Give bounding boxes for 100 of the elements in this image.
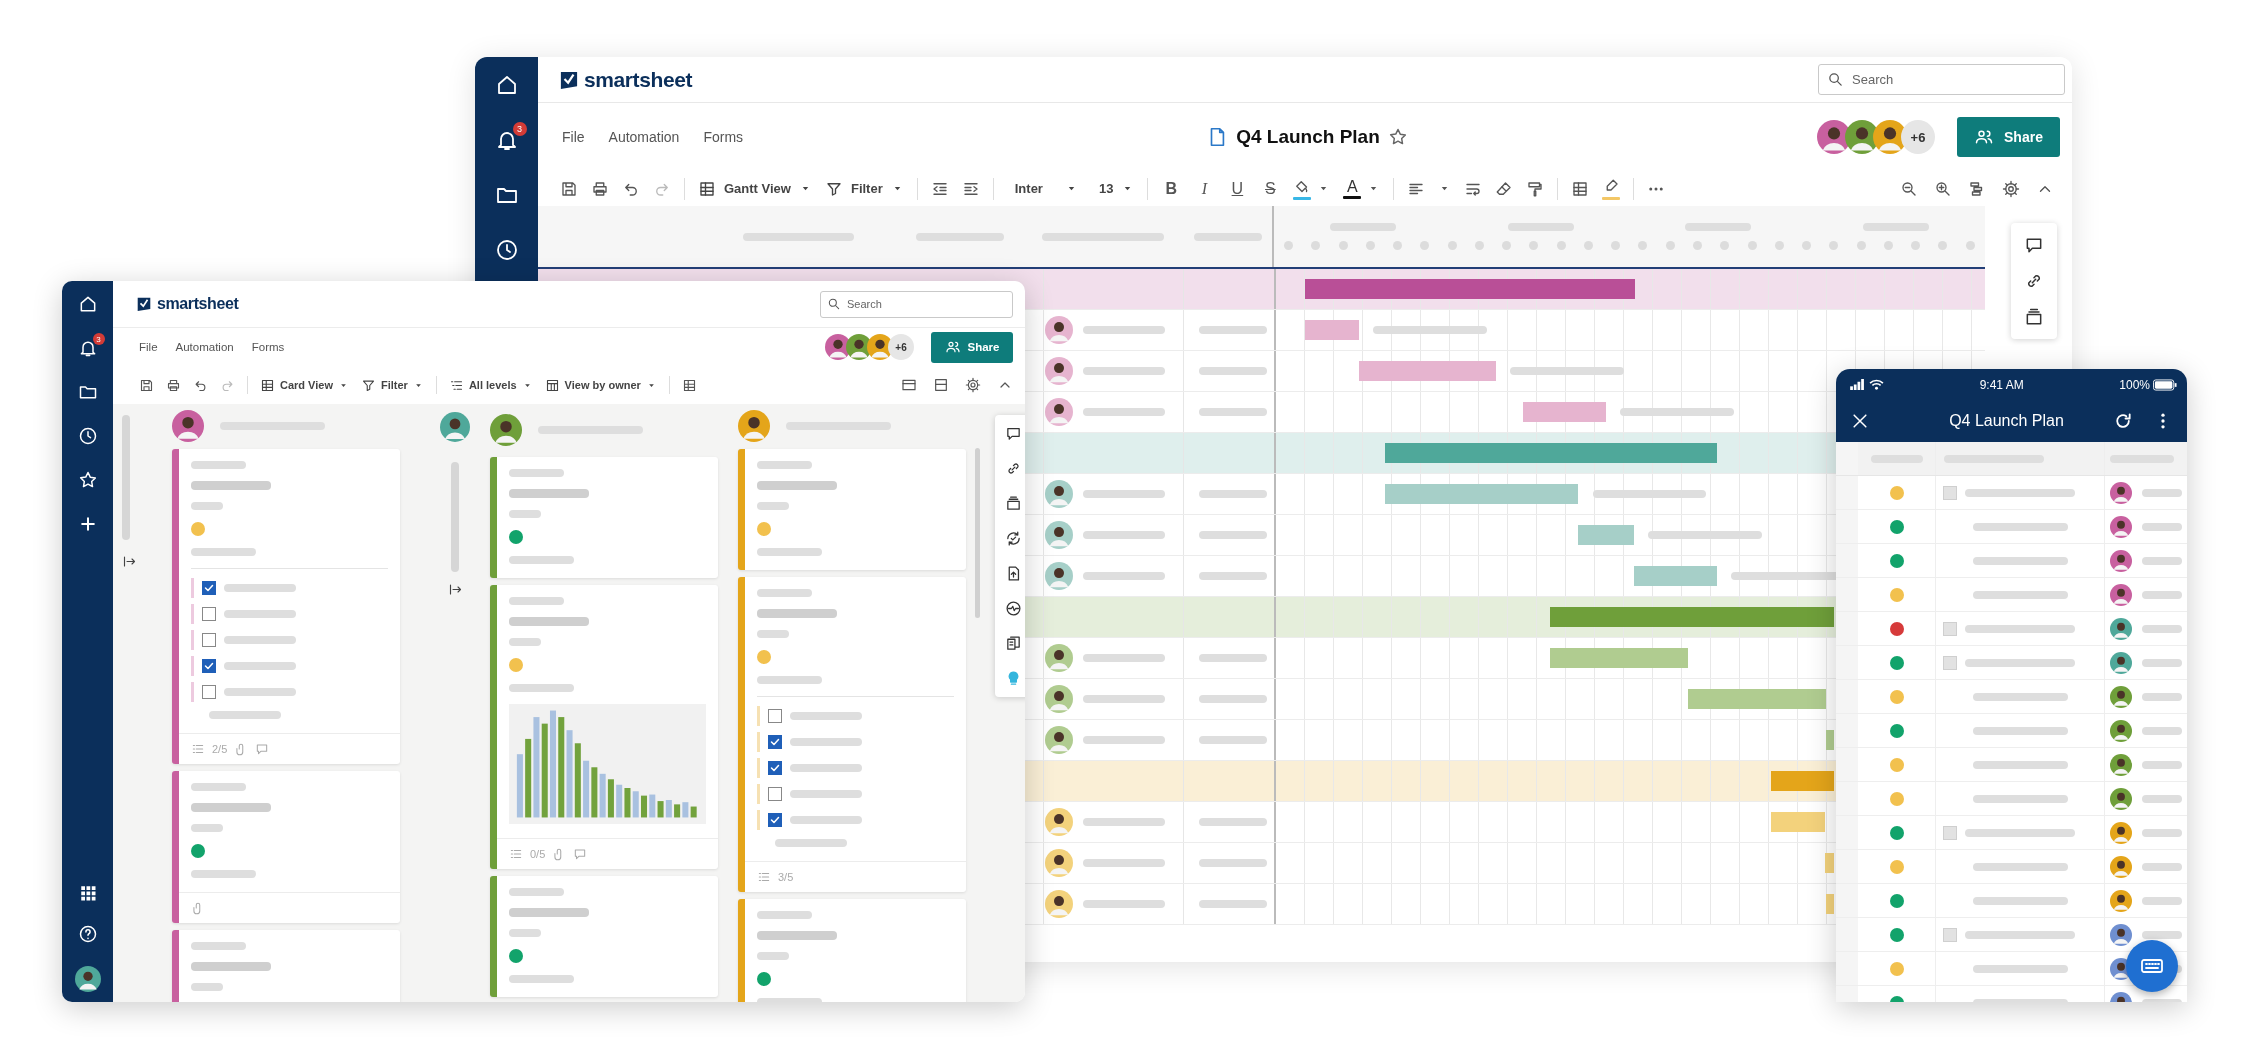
checkbox[interactable] — [768, 735, 782, 749]
skeleton-bar — [2142, 590, 2182, 599]
card[interactable] — [172, 930, 400, 1002]
levels-dropdown[interactable]: All levels — [448, 377, 533, 393]
skeleton-bar — [509, 510, 541, 518]
sync-icon[interactable] — [1005, 530, 1022, 547]
menu-item[interactable]: Automation — [171, 339, 238, 355]
card[interactable] — [490, 876, 718, 997]
grid-icon[interactable] — [681, 377, 697, 393]
clock-icon[interactable] — [494, 238, 519, 262]
strikethrough-button[interactable]: S — [1260, 179, 1281, 198]
menu-item[interactable]: File — [554, 125, 593, 149]
save-icon[interactable] — [139, 377, 154, 393]
text-color-button[interactable]: A — [1343, 178, 1381, 199]
print-icon[interactable] — [166, 377, 181, 393]
font-dropdown[interactable]: Inter — [1006, 181, 1086, 196]
table-row[interactable] — [1836, 680, 2187, 714]
comment-icon[interactable] — [2024, 235, 2044, 255]
print-icon[interactable] — [591, 179, 609, 198]
table-row[interactable] — [1836, 612, 2187, 646]
checkbox[interactable] — [768, 813, 782, 827]
checkbox[interactable] — [202, 581, 216, 595]
checkbox[interactable] — [202, 633, 216, 647]
skeleton-bar — [757, 461, 812, 469]
expand-arrow-icon[interactable] — [447, 582, 463, 597]
share-button[interactable]: Share — [1957, 117, 2060, 157]
filter-dropdown[interactable]: Filter — [824, 179, 904, 198]
card-stack-icon[interactable] — [1005, 495, 1022, 512]
layout-icon[interactable] — [933, 377, 949, 393]
checkbox[interactable] — [202, 685, 216, 699]
more-collaborators-count[interactable]: +6 — [1901, 120, 1935, 154]
link-icon[interactable] — [1005, 460, 1022, 477]
table-row[interactable] — [1836, 714, 2187, 748]
refresh-icon[interactable] — [2113, 411, 2133, 431]
share-button[interactable]: Share — [931, 331, 1013, 363]
collapse-toggle[interactable] — [1943, 621, 1957, 636]
menu-item[interactable]: Forms — [247, 339, 289, 355]
collapse-handle[interactable] — [122, 415, 130, 540]
skeleton-bar — [1199, 900, 1267, 908]
save-icon[interactable] — [560, 179, 578, 198]
checkbox[interactable] — [202, 659, 216, 673]
settings-icon[interactable] — [965, 377, 981, 393]
italic-button[interactable]: I — [1194, 179, 1215, 198]
skeleton-bar — [1199, 572, 1267, 580]
checkbox[interactable] — [768, 761, 782, 775]
comment-icon[interactable] — [1005, 425, 1022, 442]
more-collaborators-count[interactable]: +6 — [888, 334, 914, 360]
keyboard-button[interactable] — [2126, 940, 2178, 992]
grouping-dropdown[interactable]: View by owner — [544, 377, 657, 393]
eraser-icon[interactable] — [1495, 179, 1514, 198]
zoom-out-icon[interactable] — [1900, 179, 1918, 198]
card[interactable] — [490, 457, 718, 578]
table-row[interactable] — [1836, 578, 2187, 612]
underline-button[interactable]: U — [1227, 179, 1248, 198]
collapse-handle[interactable] — [451, 462, 459, 572]
collapse-toggle[interactable] — [1943, 655, 1957, 670]
filter-dropdown[interactable]: Filter — [361, 377, 424, 393]
paint-roller-icon[interactable] — [1526, 179, 1545, 198]
settings-icon[interactable] — [2002, 179, 2020, 198]
checkbox[interactable] — [768, 709, 782, 723]
table-row[interactable] — [1836, 646, 2187, 680]
skeleton-bar — [790, 816, 862, 824]
skeleton-bar — [790, 764, 862, 772]
font-size-dropdown[interactable]: 13 — [1098, 181, 1135, 196]
highlight-button[interactable] — [1602, 177, 1621, 200]
help-icon[interactable] — [77, 924, 98, 944]
menu-item[interactable]: File — [135, 339, 162, 355]
people-icon — [944, 339, 961, 355]
search-field[interactable]: Search — [820, 290, 1013, 318]
star-icon[interactable] — [77, 470, 98, 490]
collapse-toggle[interactable] — [1943, 825, 1957, 840]
table-row[interactable] — [1836, 748, 2187, 782]
view-dropdown[interactable]: Card View — [260, 377, 349, 393]
clock-icon[interactable] — [77, 426, 98, 446]
view-dropdown[interactable]: Gantt View — [698, 179, 812, 198]
screen-title: Q4 Launch Plan — [1948, 412, 2065, 430]
table-row[interactable] — [1836, 510, 2187, 544]
checkbox[interactable] — [768, 787, 782, 801]
checkbox[interactable] — [202, 607, 216, 621]
activity-icon[interactable] — [1005, 600, 1022, 617]
document-copy-icon[interactable] — [1005, 635, 1022, 652]
expand-arrow-icon[interactable] — [122, 554, 137, 569]
apps-grid-icon[interactable] — [78, 884, 97, 902]
menu-item[interactable]: Automation — [600, 125, 688, 149]
menu-item[interactable]: Forms — [695, 125, 752, 149]
row-height-icon[interactable] — [901, 377, 917, 393]
search-field[interactable]: Search — [1818, 64, 2065, 95]
grid-icon[interactable] — [1571, 179, 1590, 198]
search-icon — [1827, 71, 1844, 88]
table-row[interactable] — [1836, 782, 2187, 816]
collapse-toggle[interactable] — [1943, 485, 1957, 500]
card-stack-icon[interactable] — [2024, 307, 2044, 327]
star-icon[interactable] — [1387, 127, 1408, 147]
card[interactable] — [172, 771, 400, 923]
collapse-toggle[interactable] — [1943, 927, 1957, 942]
bold-button[interactable]: B — [1161, 179, 1182, 198]
scrollbar[interactable] — [975, 448, 980, 618]
zoom-in-icon[interactable] — [1934, 179, 1952, 198]
table-row[interactable] — [1836, 544, 2187, 578]
table-row[interactable] — [1836, 476, 2187, 510]
